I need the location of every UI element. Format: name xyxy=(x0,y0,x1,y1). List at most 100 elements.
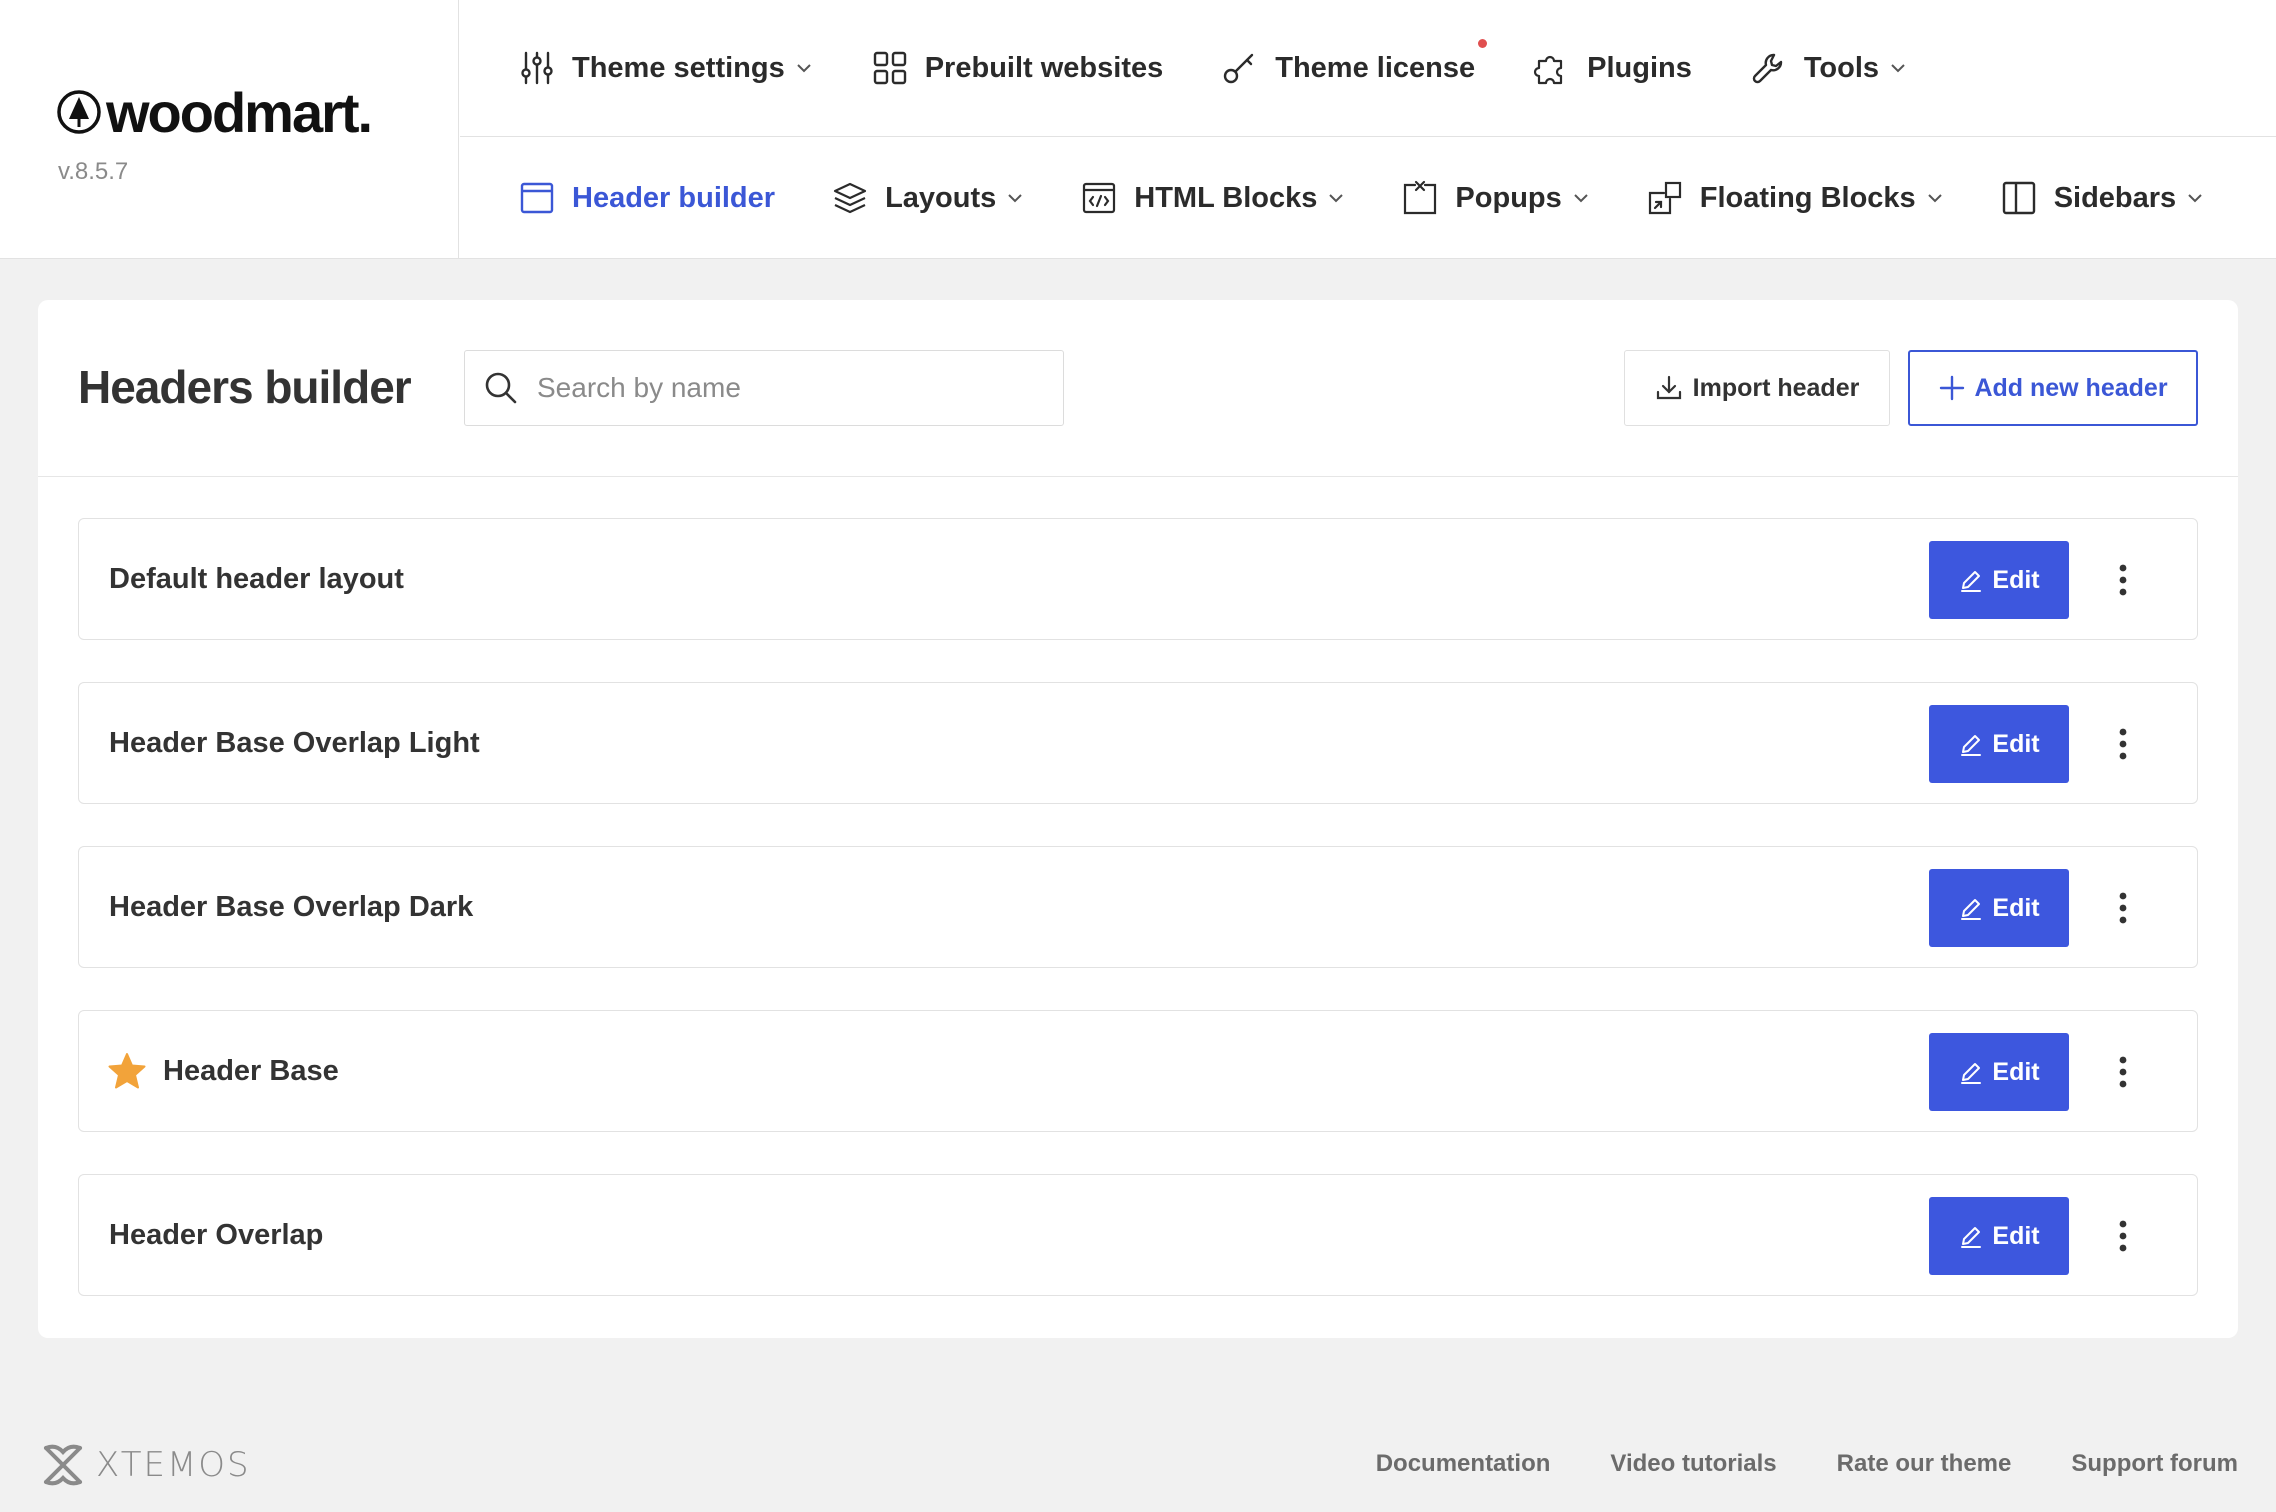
panel-header: Headers builder Import header Add new he… xyxy=(38,300,2238,477)
chevron-down-icon xyxy=(1008,194,1022,203)
nav-header-builder[interactable]: Header builder xyxy=(518,179,775,217)
import-header-button[interactable]: Import header xyxy=(1624,350,1890,426)
edit-button[interactable]: Edit xyxy=(1929,1197,2069,1275)
nav-label: Floating Blocks xyxy=(1699,181,1916,214)
edit-label: Edit xyxy=(1992,729,2040,758)
chevron-down-icon xyxy=(1329,194,1344,203)
headers-panel: Headers builder Import header Add new he… xyxy=(38,300,2238,1338)
edit-label: Edit xyxy=(1992,565,2040,594)
nav-html-blocks[interactable]: HTML Blocks xyxy=(1080,179,1345,217)
edit-button[interactable]: Edit xyxy=(1929,869,2069,947)
edit-label: Edit xyxy=(1992,1057,2040,1086)
add-new-header-button[interactable]: Add new header xyxy=(1908,350,2198,426)
footer-link-rate-theme[interactable]: Rate our theme xyxy=(1837,1450,2012,1478)
footer-link-support-forum[interactable]: Support forum xyxy=(2071,1450,2238,1478)
edit-button[interactable]: Edit xyxy=(1929,541,2069,619)
footer-brand: XTEMOS xyxy=(96,1445,251,1485)
top-bar: woodmart. v.8.5.7 Theme settings Prebuil… xyxy=(0,0,2276,259)
notification-dot xyxy=(1478,39,1488,48)
download-icon xyxy=(1656,375,1681,400)
nav-popups[interactable]: Popups xyxy=(1401,179,1589,217)
nav-sidebars[interactable]: Sidebars xyxy=(2000,179,2205,217)
add-label: Add new header xyxy=(1974,373,2168,402)
xtemos-logo[interactable]: XTEMOS xyxy=(38,1440,251,1490)
xtemos-mark-icon xyxy=(44,1444,82,1486)
key-icon xyxy=(1224,53,1254,84)
nav-label: Plugins xyxy=(1587,51,1692,84)
header-name[interactable]: Header Overlap xyxy=(109,1219,323,1252)
page-title: Headers builder xyxy=(78,361,412,413)
chevron-down-icon xyxy=(1574,194,1588,203)
nav-tools[interactable]: Tools xyxy=(1750,49,1907,87)
brand-name: woodmart. xyxy=(106,80,373,144)
footer-link-documentation[interactable]: Documentation xyxy=(1376,1450,1551,1478)
nav-theme-license[interactable]: Theme license xyxy=(1221,39,1488,87)
code-window-icon xyxy=(1083,182,1116,214)
nav-theme-settings[interactable]: Theme settings xyxy=(518,49,813,87)
sidebar-icon xyxy=(2002,181,2035,215)
floating-icon xyxy=(1648,181,1681,215)
brand-area: woodmart. v.8.5.7 xyxy=(0,0,459,259)
list-item: Header Base Edit xyxy=(78,1010,2198,1132)
pencil-icon xyxy=(1961,1063,1982,1084)
pencil-icon xyxy=(1961,735,1982,756)
header-name[interactable]: Header Base Overlap Light xyxy=(109,727,480,760)
headers-list: Default header layout Edit Header Base O… xyxy=(78,518,2198,1338)
edit-button[interactable]: Edit xyxy=(1929,1033,2069,1111)
more-options-icon[interactable] xyxy=(2105,885,2141,931)
import-label: Import header xyxy=(1692,373,1860,402)
chevron-down-icon xyxy=(2188,194,2202,203)
popup-icon xyxy=(1404,180,1437,215)
version-label: v.8.5.7 xyxy=(58,158,129,185)
nav-label: HTML Blocks xyxy=(1134,181,1318,214)
nav-prebuilt-websites[interactable]: Prebuilt websites xyxy=(871,49,1164,87)
woodmart-logo[interactable]: woodmart. xyxy=(56,80,373,144)
footer-links: Documentation Video tutorials Rate our t… xyxy=(1316,1450,2238,1478)
window-icon xyxy=(520,182,554,214)
header-name[interactable]: Default header layout xyxy=(109,563,404,596)
edit-label: Edit xyxy=(1992,893,2040,922)
more-options-icon[interactable] xyxy=(2105,1049,2141,1095)
tree-logo-icon xyxy=(57,90,101,134)
top-nav: Theme settings Prebuilt websites Theme l… xyxy=(460,0,2276,137)
grid-icon xyxy=(873,51,906,85)
puzzle-icon xyxy=(1534,55,1563,85)
more-options-icon[interactable] xyxy=(2105,557,2141,603)
edit-label: Edit xyxy=(1992,1221,2040,1250)
edit-button[interactable]: Edit xyxy=(1929,705,2069,783)
pencil-icon xyxy=(1961,571,1982,592)
star-icon xyxy=(108,1053,146,1089)
list-item: Header Base Overlap Dark Edit xyxy=(78,846,2198,968)
chevron-down-icon xyxy=(1927,194,1942,203)
header-name[interactable]: Header Base xyxy=(163,1055,339,1088)
nav-label: Theme license xyxy=(1275,51,1476,84)
nav-label: Popups xyxy=(1455,181,1562,214)
nav-plugins[interactable]: Plugins xyxy=(1533,49,1692,87)
nav-label: Tools xyxy=(1803,51,1880,84)
sliders-icon xyxy=(521,51,553,85)
nav-label: Layouts xyxy=(885,181,997,214)
list-item: Default header layout Edit xyxy=(78,518,2198,640)
layers-icon xyxy=(833,182,867,214)
nav-label: Header builder xyxy=(572,181,776,214)
list-item: Header Overlap Edit xyxy=(78,1174,2198,1296)
plus-icon xyxy=(1940,375,1965,401)
pencil-icon xyxy=(1961,1227,1982,1248)
search-box[interactable] xyxy=(464,350,1064,426)
wrench-icon xyxy=(1752,53,1783,84)
list-item: Header Base Overlap Light Edit xyxy=(78,682,2198,804)
chevron-down-icon xyxy=(1891,64,1905,73)
pencil-icon xyxy=(1961,899,1982,920)
search-input[interactable] xyxy=(537,372,1017,404)
footer-link-video-tutorials[interactable]: Video tutorials xyxy=(1610,1450,1776,1478)
header-name[interactable]: Header Base Overlap Dark xyxy=(109,891,473,924)
more-options-icon[interactable] xyxy=(2105,1213,2141,1259)
chevron-down-icon xyxy=(797,64,811,73)
nav-label: Prebuilt websites xyxy=(924,51,1164,84)
nav-label: Sidebars xyxy=(2053,181,2177,214)
sub-nav: Header builder Layouts HTML Blocks Popup… xyxy=(460,137,2276,259)
nav-floating-blocks[interactable]: Floating Blocks xyxy=(1646,179,1944,217)
more-options-icon[interactable] xyxy=(2105,721,2141,767)
nav-layouts[interactable]: Layouts xyxy=(831,179,1024,217)
search-icon xyxy=(485,372,517,404)
